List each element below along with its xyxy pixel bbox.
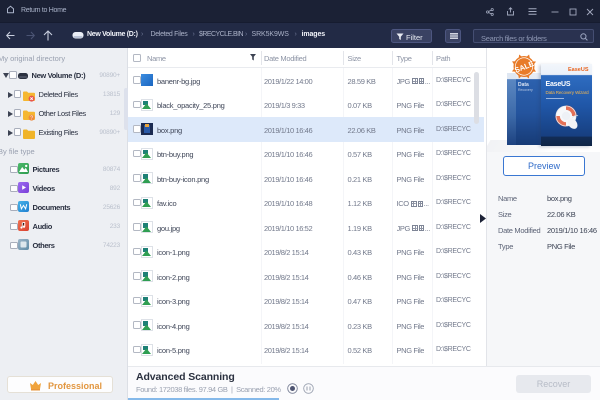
svg-text:?: ? (30, 115, 33, 121)
